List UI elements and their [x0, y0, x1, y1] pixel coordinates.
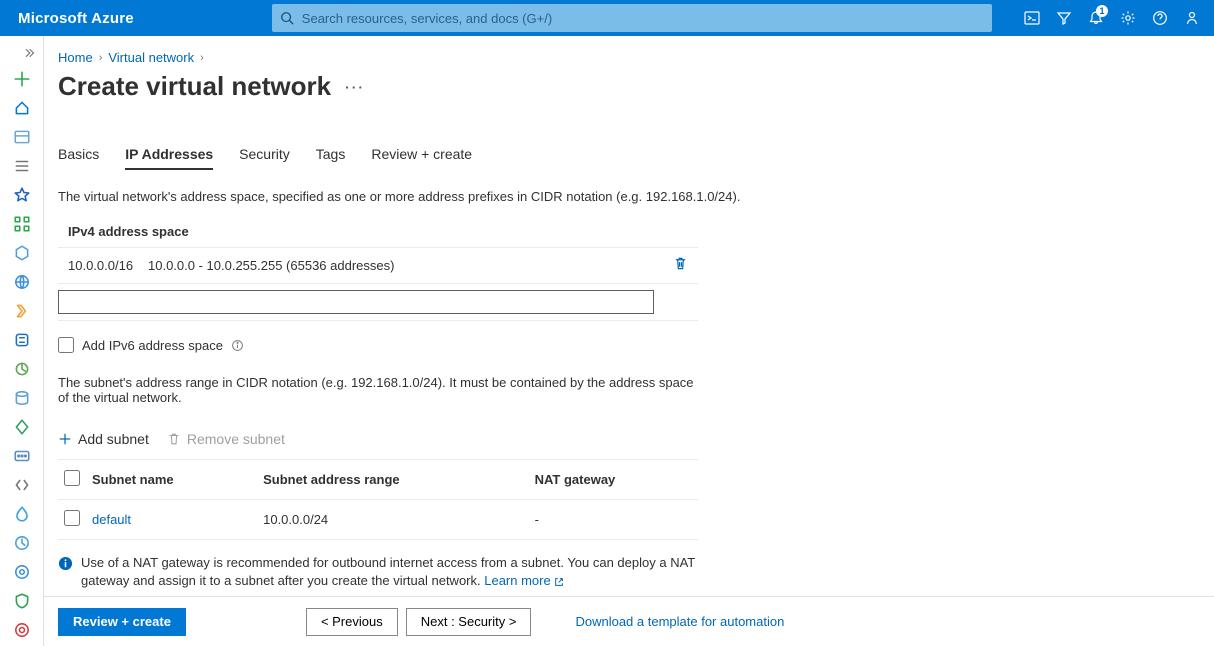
rail-code-icon[interactable]	[9, 472, 35, 498]
main-panel: Home › Virtual network › Create virtual …	[44, 36, 1214, 646]
address-space-range: 10.0.0.0 - 10.0.255.255 (65536 addresses…	[148, 258, 673, 273]
tab-ip-addresses[interactable]: IP Addresses	[125, 146, 213, 170]
info-icon[interactable]	[231, 339, 244, 352]
wizard-tabs: Basics IP Addresses Security Tags Review…	[58, 146, 1214, 171]
add-ipv6-checkbox[interactable]	[58, 337, 74, 353]
chevron-right-icon: ›	[99, 52, 103, 64]
rail-shield-icon[interactable]	[9, 588, 35, 614]
delete-address-space-button[interactable]	[673, 256, 688, 274]
topbar-icon-group: 1	[1016, 0, 1214, 36]
add-subnet-button[interactable]: Add subnet	[58, 431, 149, 447]
expand-rail-button[interactable]	[0, 42, 43, 63]
directory-filter-icon[interactable]	[1048, 0, 1080, 36]
nat-info: Use of a NAT gateway is recommended for …	[58, 554, 708, 590]
brand-label[interactable]: Microsoft Azure	[0, 10, 152, 27]
ipv4-address-space-header: IPv4 address space	[58, 224, 778, 239]
rail-list-icon[interactable]	[9, 153, 35, 179]
tab-security[interactable]: Security	[239, 146, 290, 170]
address-space-table: 10.0.0.0/16 10.0.0.0 - 10.0.255.255 (655…	[58, 247, 698, 321]
plus-icon	[58, 432, 72, 446]
feedback-icon[interactable]	[1176, 0, 1208, 36]
rail-disk-icon[interactable]	[9, 385, 35, 411]
info-icon	[58, 556, 73, 571]
notifications-icon[interactable]: 1	[1080, 0, 1112, 36]
wizard-bottom-bar: Review + create < Previous Next : Securi…	[44, 596, 1214, 646]
remove-subnet-button[interactable]: Remove subnet	[167, 431, 285, 447]
breadcrumb-home[interactable]: Home	[58, 50, 93, 65]
previous-button[interactable]: < Previous	[306, 608, 398, 636]
review-create-button[interactable]: Review + create	[58, 608, 186, 636]
notification-count-badge: 1	[1096, 5, 1108, 17]
rail-radar-icon[interactable]	[9, 356, 35, 382]
subnet-row: default 10.0.0.0/24 -	[58, 500, 698, 540]
add-ipv6-label: Add IPv6 address space	[82, 338, 223, 353]
tab-tags[interactable]: Tags	[316, 146, 346, 170]
address-space-row[interactable]: 10.0.0.0/16 10.0.0.0 - 10.0.255.255 (655…	[58, 248, 698, 283]
subnet-description: The subnet's address range in CIDR notat…	[58, 375, 698, 405]
subnet-name-header: Subnet name	[86, 460, 257, 500]
search-input[interactable]	[302, 4, 992, 32]
subnet-range-cell: 10.0.0.0/24	[257, 500, 529, 540]
page-title-text: Create virtual network	[58, 71, 331, 102]
rail-globe-icon[interactable]	[9, 269, 35, 295]
global-search[interactable]	[272, 4, 992, 32]
next-button[interactable]: Next : Security >	[406, 608, 532, 636]
subnet-range-header: Subnet address range	[257, 460, 529, 500]
subnet-nat-cell: -	[529, 500, 698, 540]
cloud-shell-icon[interactable]	[1016, 0, 1048, 36]
trash-icon	[673, 256, 688, 271]
chevron-right-double-icon	[23, 47, 35, 59]
rail-clock-icon[interactable]	[9, 530, 35, 556]
left-nav-rail	[0, 36, 44, 646]
chevron-right-icon: ›	[200, 52, 204, 64]
subnet-table: Subnet name Subnet address range NAT gat…	[58, 459, 698, 540]
download-template-link[interactable]: Download a template for automation	[575, 614, 784, 629]
tab-basics[interactable]: Basics	[58, 146, 99, 170]
rail-home-icon[interactable]	[9, 95, 35, 121]
subnet-toolbar: Add subnet Remove subnet	[58, 431, 778, 447]
page-title: Create virtual network ···	[58, 71, 1214, 102]
external-link-icon	[554, 577, 564, 587]
rail-function-icon[interactable]	[9, 298, 35, 324]
nat-info-text: Use of a NAT gateway is recommended for …	[81, 555, 695, 588]
add-subnet-label: Add subnet	[78, 431, 149, 447]
tab-review-create[interactable]: Review + create	[371, 146, 472, 170]
rail-drop-icon[interactable]	[9, 501, 35, 527]
breadcrumb-virtual-network[interactable]: Virtual network	[108, 50, 194, 65]
help-icon[interactable]	[1144, 0, 1176, 36]
select-all-subnets-checkbox[interactable]	[64, 470, 80, 486]
subnet-nat-header: NAT gateway	[529, 460, 698, 500]
rail-keyboard-icon[interactable]	[9, 443, 35, 469]
address-space-description: The virtual network's address space, spe…	[58, 189, 778, 204]
rail-grid-icon[interactable]	[9, 211, 35, 237]
rail-cube-icon[interactable]	[9, 240, 35, 266]
select-subnet-checkbox[interactable]	[64, 510, 80, 526]
search-icon	[280, 11, 294, 25]
learn-more-link[interactable]: Learn more	[484, 573, 564, 588]
breadcrumb: Home › Virtual network ›	[58, 50, 1214, 65]
rail-orb-icon[interactable]	[9, 559, 35, 585]
settings-icon[interactable]	[1112, 0, 1144, 36]
rail-diamond-icon[interactable]	[9, 414, 35, 440]
rail-star-icon[interactable]	[9, 182, 35, 208]
trash-icon	[167, 432, 181, 446]
rail-dashboard-icon[interactable]	[9, 124, 35, 150]
rail-ring-icon[interactable]	[9, 617, 35, 643]
remove-subnet-label: Remove subnet	[187, 431, 285, 447]
top-bar: Microsoft Azure 1	[0, 0, 1214, 36]
rail-plus-icon[interactable]	[9, 66, 35, 92]
rail-sql-icon[interactable]	[9, 327, 35, 353]
subnet-name-link[interactable]: default	[92, 512, 131, 527]
new-address-space-input[interactable]	[58, 290, 654, 314]
address-space-cidr: 10.0.0.0/16	[68, 258, 148, 273]
more-actions-icon[interactable]: ···	[345, 79, 365, 95]
